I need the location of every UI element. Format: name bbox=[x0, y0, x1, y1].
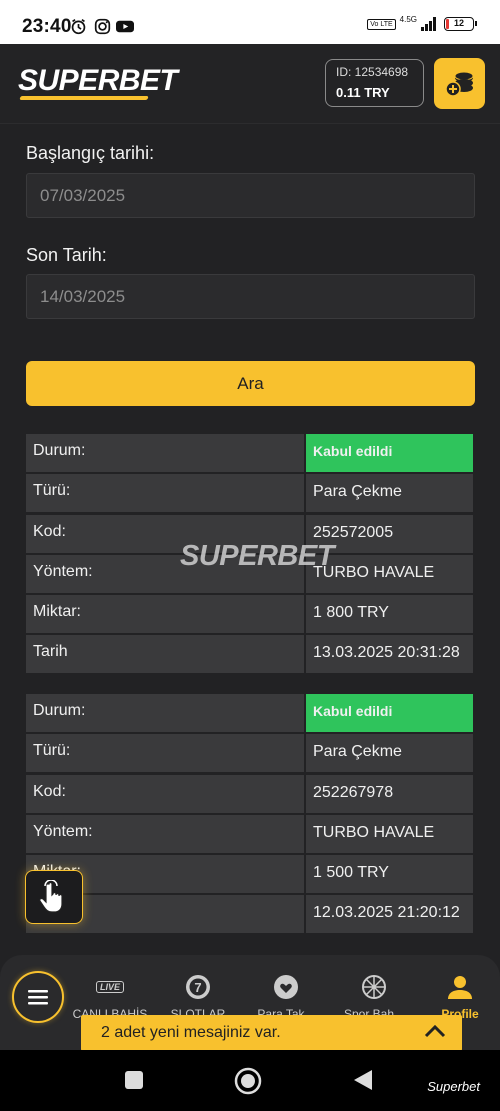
table-row: Yöntem: TURBO HAVALE bbox=[26, 814, 474, 855]
superbet-logo[interactable]: SUPERBET bbox=[18, 64, 178, 98]
row-key: Durum: bbox=[26, 694, 304, 732]
status-time: 23:40 bbox=[22, 16, 72, 37]
user-icon bbox=[448, 976, 472, 999]
table-row: Durum: Kabul edildi bbox=[26, 434, 474, 474]
row-value: 13.03.2025 20:31:28 bbox=[306, 635, 473, 674]
home-icon[interactable] bbox=[234, 1067, 262, 1095]
hand-pointer-icon bbox=[39, 880, 63, 913]
nav-item-sports[interactable]: Spor Bah... bbox=[336, 973, 412, 1021]
nav-item-live-betting[interactable]: LIVE CANLI BAHİS bbox=[72, 973, 148, 1021]
nav-item-money[interactable]: Para Tak... bbox=[248, 973, 324, 1021]
table-row: Kod: 252267978 bbox=[26, 774, 474, 815]
row-key: Türü: bbox=[26, 734, 304, 773]
youtube-icon bbox=[116, 20, 134, 33]
hamburger-icon bbox=[28, 990, 48, 1005]
row-key: Miktar: bbox=[26, 595, 304, 634]
table-row: Türü: Para Çekme bbox=[26, 734, 474, 774]
status-badge: Kabul edildi bbox=[306, 694, 473, 732]
search-button[interactable]: Ara bbox=[26, 361, 475, 406]
app-header: SUPERBET ID: 12534698 0.11 TRY bbox=[0, 44, 500, 124]
row-value: Para Çekme bbox=[306, 474, 473, 513]
message-toast[interactable]: 2 adet yeni mesajiniz var. bbox=[81, 1015, 462, 1051]
account-balance: 0.11 TRY bbox=[336, 85, 390, 100]
logo-swoosh bbox=[19, 96, 149, 100]
coins-plus-icon bbox=[444, 71, 473, 97]
deposit-button[interactable] bbox=[434, 58, 485, 109]
account-id: ID: 12534698 bbox=[336, 65, 409, 79]
app-caption: Superbet bbox=[427, 1079, 480, 1094]
chevron-up-icon[interactable] bbox=[424, 1023, 446, 1039]
ball-icon bbox=[362, 975, 386, 999]
row-value: Para Çekme bbox=[306, 734, 473, 773]
end-date-input[interactable] bbox=[26, 274, 475, 319]
table-row: Miktar: 1 800 TRY bbox=[26, 595, 474, 635]
back-icon[interactable] bbox=[352, 1068, 374, 1092]
alarm-icon bbox=[71, 18, 86, 35]
network-label: 4.5G bbox=[399, 14, 417, 24]
status-badge: Kabul edildi bbox=[306, 434, 473, 472]
row-key: Durum: bbox=[26, 434, 304, 472]
recent-apps-icon[interactable] bbox=[124, 1070, 144, 1090]
heart-icon bbox=[274, 975, 298, 999]
floating-tap-button[interactable] bbox=[25, 870, 83, 924]
svg-text:7: 7 bbox=[194, 980, 201, 995]
system-nav-bar: Superbet bbox=[0, 1050, 500, 1111]
row-value: TURBO HAVALE bbox=[306, 814, 473, 853]
start-date-label: Başlangıç tarihi: bbox=[26, 143, 155, 163]
nav-item-slots[interactable]: 7 SLOTLAR bbox=[160, 973, 236, 1021]
row-key: Türü: bbox=[26, 474, 304, 513]
slot-7-icon: 7 bbox=[186, 975, 210, 999]
row-key: Yöntem: bbox=[26, 814, 304, 853]
table-row: Türü: Para Çekme bbox=[26, 474, 474, 514]
row-key: Tarih bbox=[26, 635, 304, 674]
transaction-table-2: Durum: Kabul edildi Türü: Para Çekme Kod: 2… bbox=[26, 694, 474, 936]
volte-icon: Vo LTE bbox=[367, 18, 396, 30]
table-row: Tarih 13.03.2025 20:31:28 bbox=[26, 635, 474, 675]
instagram-icon bbox=[94, 18, 111, 35]
account-box[interactable]: ID: 12534698 0.11 TRY bbox=[325, 59, 424, 107]
watermark: SUPERBET bbox=[180, 540, 334, 572]
status-right: Vo LTE 4.5G 12 bbox=[367, 14, 477, 31]
row-value: 1 500 TRY bbox=[306, 855, 473, 894]
signal-icon bbox=[421, 17, 436, 31]
table-row: 12.03.2025 21:20:12 bbox=[26, 895, 474, 935]
table-row: Miktar:1 500 TRY bbox=[26, 855, 474, 895]
end-date-label: Son Tarih: bbox=[26, 245, 107, 265]
toast-message: 2 adet yeni mesajiniz var. bbox=[101, 1024, 281, 1041]
status-bar: 23:40 Vo LTE 4.5G 12 bbox=[0, 0, 500, 44]
row-key: Kod: bbox=[26, 774, 304, 813]
row-value: 1 800 TRY bbox=[306, 595, 473, 634]
row-value: 12.03.2025 21:20:12 bbox=[306, 895, 473, 934]
table-row: Durum: Kabul edildi bbox=[26, 694, 474, 734]
battery-level: 12 bbox=[453, 18, 464, 28]
battery-icon: 12 bbox=[444, 17, 477, 31]
nav-item-profile[interactable]: Profile bbox=[422, 973, 498, 1021]
menu-button[interactable] bbox=[12, 971, 64, 1023]
row-value: 252267978 bbox=[306, 774, 473, 813]
start-date-input[interactable] bbox=[26, 173, 475, 218]
live-icon: LIVE bbox=[95, 981, 124, 993]
